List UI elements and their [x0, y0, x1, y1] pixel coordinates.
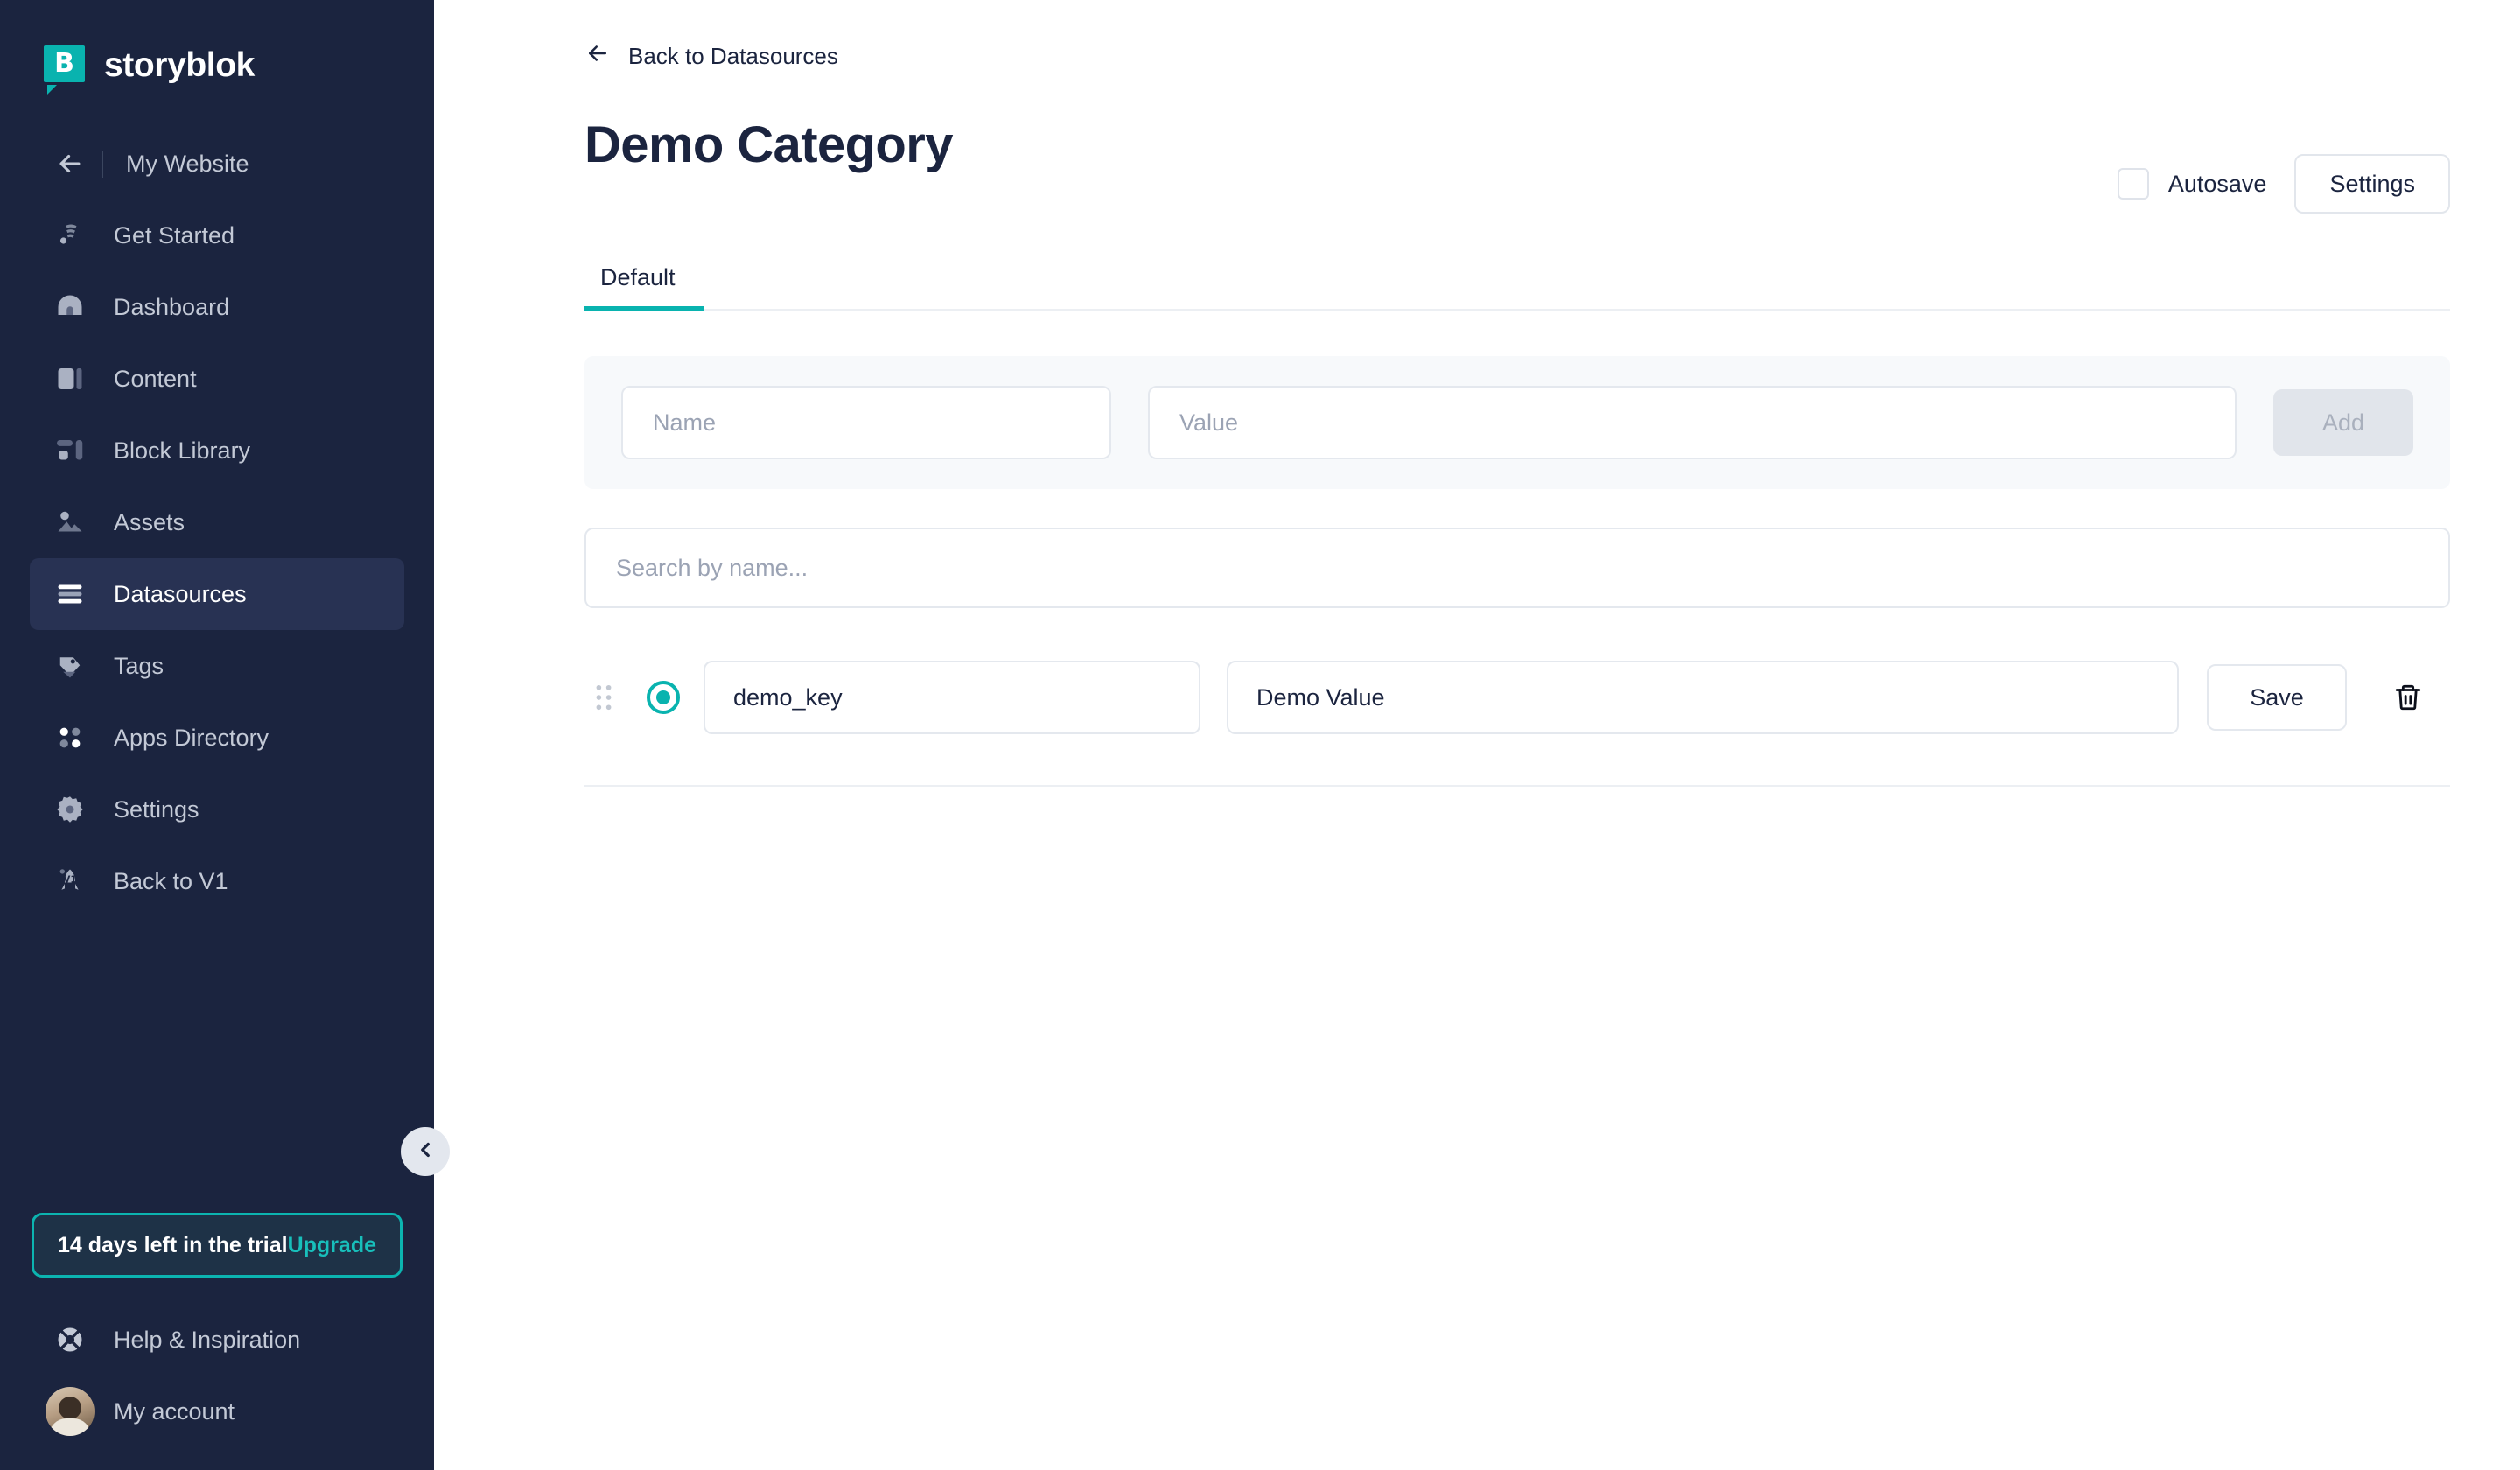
add-button[interactable]: Add	[2273, 389, 2413, 456]
sidebar-item-label: Apps Directory	[114, 724, 270, 751]
search-placeholder: Search by name...	[616, 554, 808, 581]
sidebar-item-content[interactable]: Content	[30, 343, 404, 415]
new-value-placeholder: Value	[1180, 409, 1239, 436]
settings-button[interactable]: Settings	[2294, 154, 2450, 214]
sidebar-item-label: Back to V1	[114, 867, 228, 894]
sidebar: B storyblok My Website Get Started Dashb…	[0, 0, 450, 1470]
row-name-input[interactable]: demo_key	[704, 661, 1200, 734]
sidebar-item-settings[interactable]: Settings	[30, 774, 404, 845]
row-value-input[interactable]: Demo Value	[1227, 661, 2179, 734]
back-to-datasources-link[interactable]: Back to Datasources	[584, 35, 2450, 77]
back-link-label: Back to Datasources	[628, 42, 838, 69]
content-icon	[49, 363, 91, 395]
avatar	[46, 1387, 94, 1436]
new-value-input[interactable]: Value	[1148, 386, 2236, 459]
table-row: demo_key Demo Value Save	[584, 661, 2450, 787]
page-header: Demo Category Autosave Settings	[584, 77, 2450, 214]
trial-text: 14 days left in the trial	[58, 1232, 288, 1257]
sidebar-item-label: Assets	[114, 508, 186, 536]
sidebar-collapse-button[interactable]	[401, 1127, 450, 1176]
new-name-placeholder: Name	[653, 409, 717, 436]
datasources-icon	[49, 578, 91, 610]
row-radio-button[interactable]	[623, 681, 704, 714]
sidebar-item-datasources[interactable]: Datasources	[30, 558, 404, 630]
lifebuoy-icon	[49, 1324, 91, 1355]
sidebar-item-label: Tags	[114, 652, 164, 679]
block-library-icon	[49, 435, 91, 466]
page-title: Demo Category	[584, 116, 953, 173]
brand[interactable]: B storyblok	[0, 0, 434, 103]
sidebar-nav: My Website Get Started Dashboard Content	[0, 103, 434, 917]
row-value-value: Demo Value	[1256, 683, 1385, 710]
sidebar-item-help-inspiration[interactable]: Help & Inspiration	[30, 1304, 404, 1376]
sidebar-item-my-account[interactable]: My account	[30, 1376, 404, 1447]
tab-default[interactable]: Default	[584, 264, 704, 311]
sidebar-item-back-to-v1[interactable]: V1 Back to V1	[30, 845, 404, 917]
sidebar-item-label: Block Library	[114, 437, 251, 464]
sidebar-item-my-website[interactable]: My Website	[30, 128, 404, 200]
sidebar-item-label: Help & Inspiration	[114, 1326, 301, 1353]
waving-hand-icon	[49, 220, 91, 251]
arrow-left-icon	[49, 149, 91, 178]
sidebar-item-get-started[interactable]: Get Started	[30, 200, 404, 271]
new-name-input[interactable]: Name	[621, 386, 1111, 459]
autosave-toggle[interactable]: Autosave	[2117, 168, 2267, 200]
assets-icon	[49, 507, 91, 538]
brand-logo-letter: B	[54, 47, 74, 79]
sidebar-item-label: Settings	[114, 795, 200, 822]
upgrade-link[interactable]: Upgrade	[288, 1233, 376, 1258]
autosave-checkbox[interactable]	[2117, 168, 2149, 200]
main-content: Back to Datasources Demo Category Autosa…	[434, 0, 2520, 1470]
sidebar-item-label: My account	[114, 1397, 235, 1424]
sidebar-item-label: My Website	[102, 150, 249, 178]
trash-icon[interactable]	[2366, 682, 2450, 713]
arrow-left-icon	[584, 40, 611, 73]
row-name-value: demo_key	[733, 683, 843, 710]
add-entry-panel: Name Value Add	[584, 356, 2450, 489]
trial-banner[interactable]: 14 days left in the trial Upgrade	[32, 1213, 402, 1278]
tab-label: Default	[600, 264, 676, 290]
header-actions: Autosave Settings	[2117, 154, 2450, 214]
sidebar-item-block-library[interactable]: Block Library	[30, 415, 404, 486]
drag-handle-icon[interactable]	[584, 684, 623, 710]
sidebar-item-tags[interactable]: Tags	[30, 630, 404, 702]
search-input[interactable]: Search by name...	[584, 528, 2450, 608]
tag-icon	[49, 650, 91, 682]
datasource-entries-list: demo_key Demo Value Save	[584, 661, 2450, 787]
sidebar-item-label: Dashboard	[114, 293, 230, 320]
autosave-label: Autosave	[2167, 170, 2267, 197]
apps-directory-icon	[49, 722, 91, 753]
save-button[interactable]: Save	[2207, 664, 2347, 731]
brand-name: storyblok	[104, 46, 255, 84]
chevron-left-icon	[414, 1138, 437, 1166]
sidebar-item-label: Datasources	[114, 580, 247, 607]
tab-bar: Default	[584, 264, 2450, 311]
gear-icon	[49, 794, 91, 825]
sidebar-item-assets[interactable]: Assets	[30, 486, 404, 558]
sidebar-item-label: Content	[114, 365, 197, 392]
sidebar-item-apps-directory[interactable]: Apps Directory	[30, 702, 404, 774]
rocket-icon: V1	[49, 865, 91, 897]
storyblok-logo-icon: B	[44, 45, 85, 94]
app-root: B storyblok My Website Get Started Dashb…	[0, 0, 2520, 1470]
sidebar-bottom: 14 days left in the trial Upgrade Help & …	[0, 1213, 434, 1470]
sidebar-item-label: Get Started	[114, 221, 235, 248]
dashboard-icon	[49, 291, 91, 323]
sidebar-item-dashboard[interactable]: Dashboard	[30, 271, 404, 343]
svg-text:V1: V1	[63, 875, 76, 886]
